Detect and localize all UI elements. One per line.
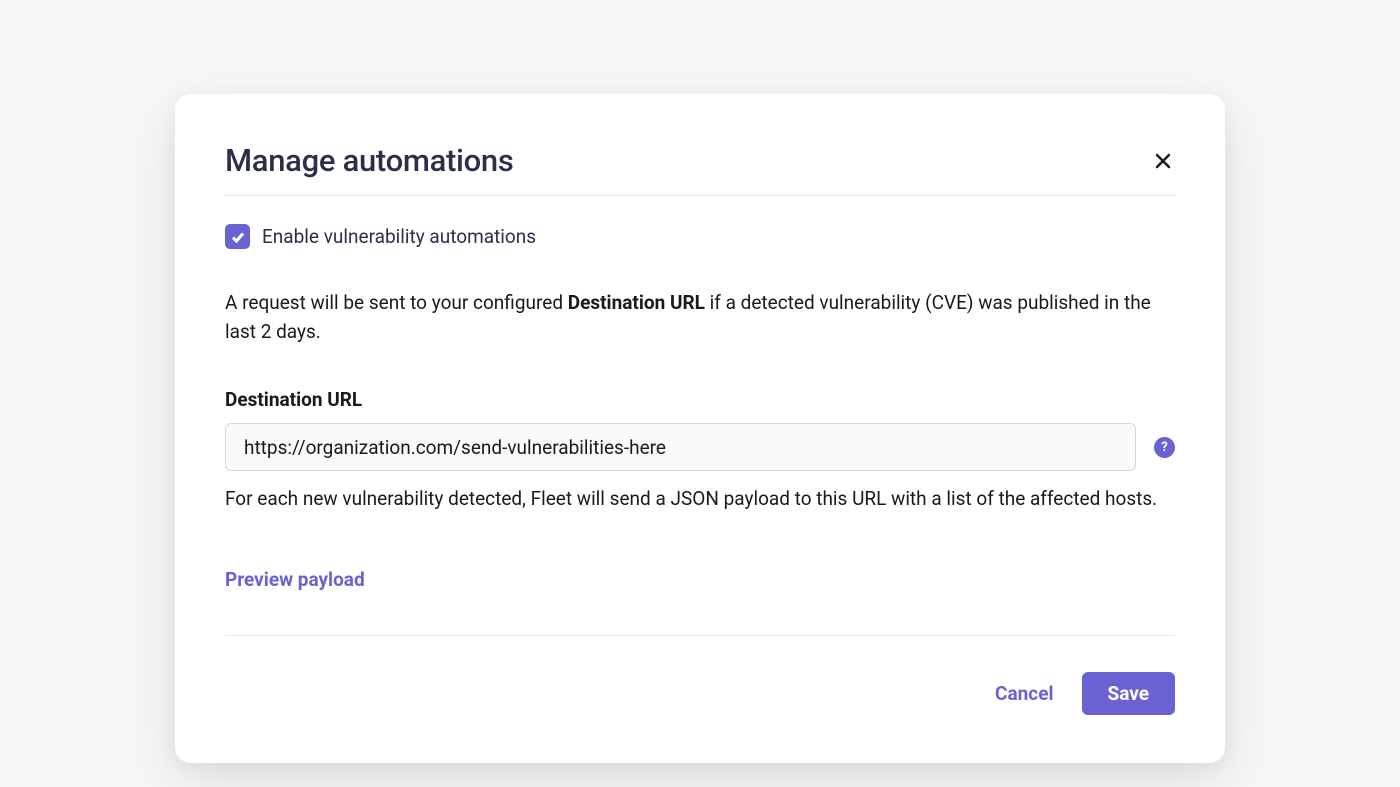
close-button[interactable] <box>1151 149 1175 173</box>
save-button[interactable]: Save <box>1082 672 1176 715</box>
destination-url-helper: For each new vulnerability detected, Fle… <box>225 485 1175 514</box>
destination-url-input[interactable] <box>225 423 1136 471</box>
manage-automations-modal: Manage automations Enable vulnerability … <box>175 94 1225 763</box>
checkmark-icon <box>230 229 246 245</box>
modal-footer: Cancel Save <box>225 672 1175 715</box>
enable-automations-row: Enable vulnerability automations <box>225 224 1175 249</box>
description-pre: A request will be sent to your configure… <box>225 291 568 314</box>
enable-automations-label: Enable vulnerability automations <box>262 225 536 248</box>
preview-payload-link[interactable]: Preview payload <box>225 568 365 591</box>
close-icon <box>1155 153 1171 169</box>
modal-title: Manage automations <box>225 142 514 179</box>
destination-url-field-group: Destination URL ? For each new vulnerabi… <box>225 388 1175 514</box>
footer-divider <box>225 635 1175 636</box>
cancel-button[interactable]: Cancel <box>987 672 1061 715</box>
description-text: A request will be sent to your configure… <box>225 289 1175 346</box>
modal-header: Manage automations <box>225 142 1175 196</box>
enable-automations-checkbox[interactable] <box>225 224 250 249</box>
destination-url-label: Destination URL <box>225 388 1175 411</box>
destination-url-input-row: ? <box>225 423 1175 471</box>
help-icon[interactable]: ? <box>1154 437 1175 458</box>
description-bold: Destination URL <box>568 291 705 314</box>
